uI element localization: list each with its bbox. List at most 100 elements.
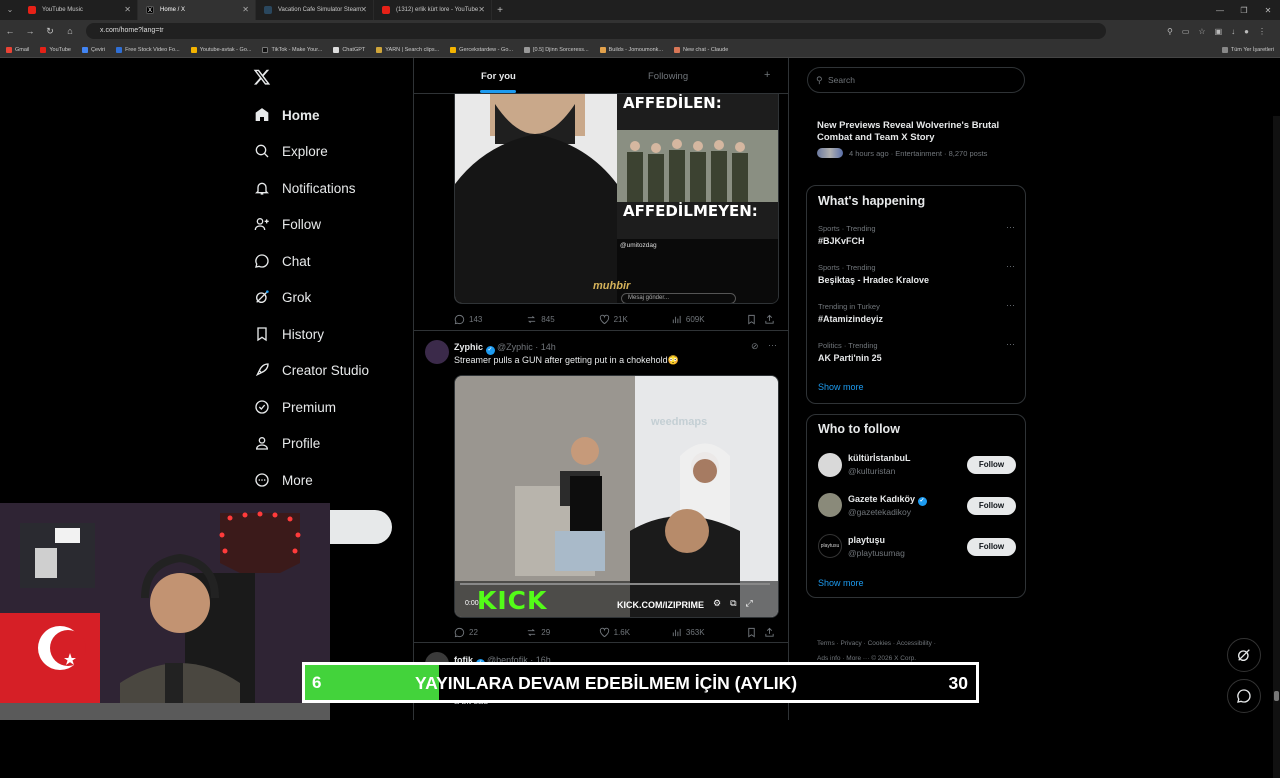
footer-link[interactable]: Privacy (840, 640, 861, 647)
nav-premium[interactable]: Premium (254, 395, 336, 419)
trend-more-icon[interactable]: ··· (1006, 339, 1015, 349)
grok-floating-button[interactable] (1227, 638, 1261, 672)
tweet-more-icon[interactable]: ··· (768, 340, 777, 350)
reply-button[interactable]: 143 (454, 314, 526, 325)
all-bookmarks-item[interactable]: Tüm Yer İşaretleri (1221, 46, 1274, 53)
share-button[interactable] (764, 627, 779, 638)
bookmark-item[interactable]: ChatGPT (333, 46, 365, 53)
trend-more-icon[interactable]: ··· (1006, 261, 1015, 271)
x-logo-icon[interactable] (253, 68, 271, 86)
account-name[interactable]: Gazete Kadıköy ✓ (848, 494, 927, 506)
scrollbar-thumb[interactable] (1274, 691, 1279, 701)
repost-button[interactable]: 29 (526, 627, 598, 638)
bookmark-item[interactable]: New chat - Claude (674, 46, 728, 53)
views-button[interactable]: 363K (671, 627, 746, 638)
back-icon[interactable]: ← (0, 26, 20, 36)
bookmark-star-icon[interactable]: ☆ (1198, 27, 1205, 36)
profile-avatar[interactable]: ● (1244, 27, 1249, 36)
like-button[interactable]: 21K (599, 314, 671, 325)
author-name[interactable]: Zyphic (454, 342, 483, 352)
bookmark-item[interactable]: TikTok - Make Your... (262, 46, 322, 53)
search-input[interactable]: ⚲ Search (807, 67, 1025, 93)
bookmark-item[interactable]: Gercekstardew - Go... (450, 46, 513, 53)
browser-menu-icon[interactable]: ⋮ (1258, 27, 1266, 36)
nav-follow[interactable]: Follow (254, 212, 321, 236)
like-button[interactable]: 1.6K (599, 627, 671, 638)
reload-icon[interactable]: ↻ (40, 26, 60, 37)
tweet-media-image[interactable]: AFFEDİLEN: AFFEDİLMEYEN: @umitozdag muhb… (454, 94, 779, 304)
follow-button[interactable]: Follow (967, 497, 1016, 515)
reply-button[interactable]: 22 (454, 627, 526, 638)
bookmark-button[interactable] (746, 314, 764, 325)
footer-link[interactable]: Accessibility (896, 640, 931, 647)
nav-chat[interactable]: Chat (254, 249, 311, 273)
tab-search-icon[interactable]: ⌄ (0, 0, 20, 20)
nav-creator-studio[interactable]: Creator Studio (254, 358, 369, 382)
add-tab-icon[interactable]: + (764, 69, 770, 81)
bookmark-item[interactable]: Youtube-avtak - Go... (190, 46, 251, 53)
page-scrollbar[interactable] (1273, 116, 1280, 778)
browser-tab[interactable]: (1312) erlik kürt lore - YouTube ✕ (374, 0, 492, 20)
grok-tweet-icon[interactable]: ⊘ (751, 341, 759, 352)
forward-icon[interactable]: → (20, 26, 40, 36)
new-tab-button[interactable]: + (492, 5, 508, 16)
messages-floating-button[interactable] (1227, 679, 1261, 713)
follow-button[interactable]: Follow (967, 538, 1016, 556)
video-settings-icon[interactable]: ⚙ (713, 598, 721, 609)
nav-explore[interactable]: Explore (254, 139, 328, 163)
close-tab-icon[interactable]: ✕ (124, 5, 131, 14)
author-handle[interactable]: @Zyphic · 14h (497, 342, 556, 352)
bookmark-item[interactable]: YouTube (40, 46, 71, 53)
bookmark-button[interactable] (746, 627, 764, 638)
follow-button[interactable]: Follow (967, 456, 1016, 474)
nav-grok[interactable]: Grok (254, 285, 311, 309)
show-more-link[interactable]: Show more (818, 578, 864, 588)
avatar[interactable]: playtusu (818, 534, 842, 558)
footer-link[interactable]: Cookies (868, 640, 891, 647)
restore-icon[interactable]: ❐ (1232, 6, 1256, 15)
avatar[interactable] (818, 493, 842, 517)
minimize-icon[interactable]: — (1208, 6, 1232, 15)
cast-icon[interactable]: ▭ (1182, 27, 1190, 36)
bookmark-item[interactable]: Builds - Jomoumonk... (599, 46, 663, 53)
browser-tab[interactable]: YouTube Music ✕ (20, 0, 138, 20)
share-button[interactable] (764, 314, 779, 325)
bookmark-item[interactable]: Gmail (6, 46, 29, 53)
news-item[interactable]: New Previews Reveal Wolverine's Brutal C… (817, 120, 1017, 158)
bookmark-item[interactable]: [0.5] Djinn Sorceress... (523, 46, 589, 53)
extensions-icon[interactable]: ▣ (1215, 27, 1223, 36)
pip-icon[interactable]: ⧉ (730, 598, 736, 609)
nav-history[interactable]: History (254, 322, 324, 346)
downloads-icon[interactable]: ↓ (1231, 27, 1235, 36)
nav-profile[interactable]: Profile (254, 431, 320, 455)
bookmark-item[interactable]: Free Stock Video Fo... (116, 46, 180, 53)
close-tab-icon[interactable]: ✕ (242, 5, 249, 14)
nav-notifications[interactable]: Notifications (254, 176, 356, 200)
home-page-icon[interactable]: ⌂ (60, 26, 80, 36)
repost-button[interactable]: 845 (526, 314, 598, 325)
tab-for-you[interactable]: For you (481, 71, 516, 82)
show-more-link[interactable]: Show more (818, 382, 864, 392)
account-name[interactable]: kültürİstanbuL (848, 453, 911, 463)
browser-tab-active[interactable]: X Home / X ✕ (138, 0, 256, 20)
fullscreen-icon[interactable]: ⤢ (746, 598, 753, 609)
tweet-video[interactable]: weedmaps KICK KICK.COM/IZIPRIME 0:00 ⚙ ⧉… (454, 375, 779, 618)
footer-link[interactable]: Terms (817, 640, 835, 647)
tab-following[interactable]: Following (648, 71, 688, 82)
trend-more-icon[interactable]: ··· (1006, 300, 1015, 310)
close-tab-icon[interactable]: ✕ (478, 5, 485, 14)
close-window-icon[interactable]: ✕ (1256, 6, 1280, 15)
bookmark-item[interactable]: YARN | Search clips... (376, 46, 439, 53)
browser-tab[interactable]: Vacation Cafe Simulator Steam ✕ (256, 0, 374, 20)
address-bar[interactable]: x.com/home?lang=tr (86, 23, 1106, 39)
footer-link[interactable]: Ads info (817, 655, 841, 662)
views-button[interactable]: 609K (671, 314, 746, 325)
trend-more-icon[interactable]: ··· (1006, 222, 1015, 232)
nav-more[interactable]: More (254, 468, 313, 492)
zoom-icon[interactable]: ⚲ (1167, 27, 1173, 36)
account-name[interactable]: playtuşu (848, 535, 885, 545)
nav-home[interactable]: Home (254, 103, 320, 127)
bookmark-item[interactable]: Çeviri (82, 46, 105, 53)
close-tab-icon[interactable]: ✕ (360, 5, 367, 14)
footer-link[interactable]: More ··· (846, 655, 869, 662)
